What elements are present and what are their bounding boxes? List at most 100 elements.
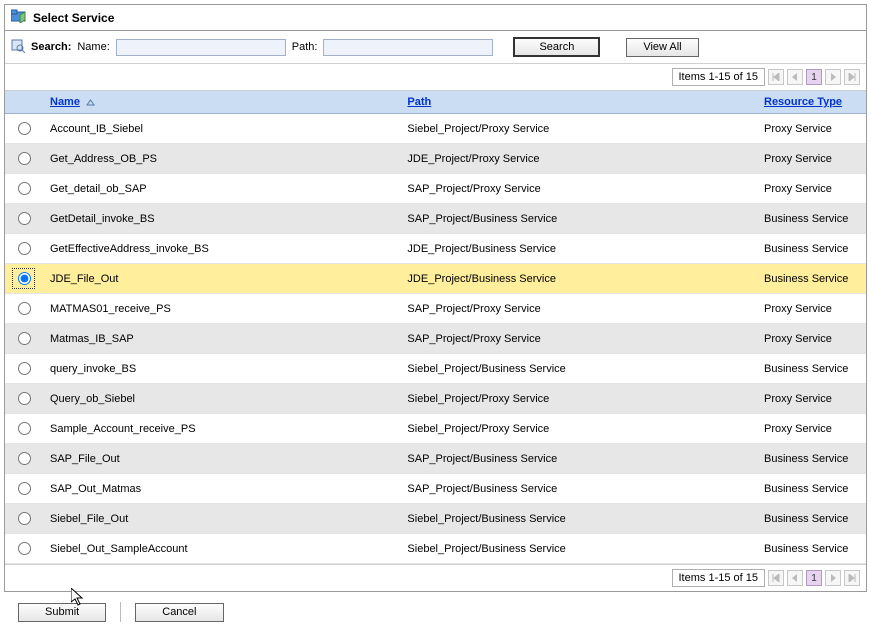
col-resource-type[interactable]: Resource Type: [756, 91, 866, 114]
radio-cell[interactable]: [5, 534, 42, 564]
row-name: SAP_File_Out: [42, 444, 399, 474]
search-button[interactable]: Search: [513, 37, 600, 57]
table-row[interactable]: Account_IB_SiebelSiebel_Project/Proxy Se…: [5, 114, 866, 144]
radio-cell[interactable]: [5, 264, 42, 294]
row-radio[interactable]: [18, 152, 31, 165]
col-type-link[interactable]: Resource Type: [764, 96, 842, 108]
row-type: Proxy Service: [756, 114, 866, 144]
row-type: Proxy Service: [756, 174, 866, 204]
row-path: SAP_Project/Proxy Service: [399, 324, 756, 354]
row-path: JDE_Project/Proxy Service: [399, 144, 756, 174]
pager-bottom: Items 1-15 of 15 1: [5, 564, 866, 591]
row-path: Siebel_Project/Business Service: [399, 354, 756, 384]
col-name[interactable]: Name: [42, 91, 399, 114]
row-type: Business Service: [756, 264, 866, 294]
row-radio[interactable]: [18, 392, 31, 405]
row-radio[interactable]: [18, 542, 31, 555]
row-radio[interactable]: [18, 272, 31, 285]
radio-cell[interactable]: [5, 384, 42, 414]
row-radio[interactable]: [18, 242, 31, 255]
table-row[interactable]: GetDetail_invoke_BSSAP_Project/Business …: [5, 204, 866, 234]
table-row[interactable]: SAP_Out_MatmasSAP_Project/Business Servi…: [5, 474, 866, 504]
prev-page-button-bottom[interactable]: [787, 570, 803, 586]
table-row[interactable]: Query_ob_SiebelSiebel_Project/Proxy Serv…: [5, 384, 866, 414]
row-radio[interactable]: [18, 212, 31, 225]
row-name: Sample_Account_receive_PS: [42, 414, 399, 444]
radio-cell[interactable]: [5, 234, 42, 264]
table-row[interactable]: MATMAS01_receive_PSSAP_Project/Proxy Ser…: [5, 294, 866, 324]
row-radio[interactable]: [18, 362, 31, 375]
radio-cell[interactable]: [5, 114, 42, 144]
path-input[interactable]: [323, 39, 493, 56]
name-input[interactable]: [116, 39, 286, 56]
row-type: Business Service: [756, 354, 866, 384]
table-row[interactable]: GetEffectiveAddress_invoke_BSJDE_Project…: [5, 234, 866, 264]
page-number[interactable]: 1: [806, 69, 822, 85]
last-page-button-bottom[interactable]: [844, 570, 860, 586]
first-page-button[interactable]: [768, 69, 784, 85]
row-name: JDE_File_Out: [42, 264, 399, 294]
table-row[interactable]: Matmas_IB_SAPSAP_Project/Proxy ServicePr…: [5, 324, 866, 354]
row-type: Business Service: [756, 534, 866, 564]
panel-title: Select Service: [33, 11, 114, 25]
row-type: Business Service: [756, 474, 866, 504]
table-row[interactable]: Sample_Account_receive_PSSiebel_Project/…: [5, 414, 866, 444]
radio-cell[interactable]: [5, 444, 42, 474]
row-radio[interactable]: [18, 482, 31, 495]
prev-page-button[interactable]: [787, 69, 803, 85]
radio-cell[interactable]: [5, 204, 42, 234]
table-row[interactable]: Siebel_File_OutSiebel_Project/Business S…: [5, 504, 866, 534]
action-row: Submit Cancel: [4, 592, 867, 632]
row-path: Siebel_Project/Business Service: [399, 504, 756, 534]
col-path-link[interactable]: Path: [407, 96, 431, 108]
row-path: JDE_Project/Business Service: [399, 264, 756, 294]
row-radio[interactable]: [18, 452, 31, 465]
radio-cell[interactable]: [5, 414, 42, 444]
row-name: Account_IB_Siebel: [42, 114, 399, 144]
table-row[interactable]: JDE_File_OutJDE_Project/Business Service…: [5, 264, 866, 294]
row-type: Proxy Service: [756, 414, 866, 444]
divider: [120, 602, 121, 622]
col-path[interactable]: Path: [399, 91, 756, 114]
table-row[interactable]: Get_Address_OB_PSJDE_Project/Proxy Servi…: [5, 144, 866, 174]
radio-cell[interactable]: [5, 324, 42, 354]
row-radio[interactable]: [18, 302, 31, 315]
radio-cell[interactable]: [5, 354, 42, 384]
radio-cell[interactable]: [5, 174, 42, 204]
table-row[interactable]: Get_detail_ob_SAPSAP_Project/Proxy Servi…: [5, 174, 866, 204]
cancel-button[interactable]: Cancel: [135, 603, 223, 622]
row-path: SAP_Project/Business Service: [399, 474, 756, 504]
row-radio[interactable]: [18, 422, 31, 435]
last-page-button[interactable]: [844, 69, 860, 85]
row-name: Siebel_Out_SampleAccount: [42, 534, 399, 564]
table-row[interactable]: query_invoke_BSSiebel_Project/Business S…: [5, 354, 866, 384]
service-table: Name Path Resource Type Account_IB_Siebe…: [5, 91, 866, 564]
row-path: Siebel_Project/Proxy Service: [399, 114, 756, 144]
next-page-button[interactable]: [825, 69, 841, 85]
radio-cell[interactable]: [5, 474, 42, 504]
row-name: Get_Address_OB_PS: [42, 144, 399, 174]
row-radio[interactable]: [18, 182, 31, 195]
table-row[interactable]: SAP_File_OutSAP_Project/Business Service…: [5, 444, 866, 474]
first-page-button-bottom[interactable]: [768, 570, 784, 586]
pager-info-top: Items 1-15 of 15: [672, 68, 766, 86]
row-radio[interactable]: [18, 332, 31, 345]
view-all-button[interactable]: View All: [626, 38, 698, 57]
row-name: Get_detail_ob_SAP: [42, 174, 399, 204]
radio-cell[interactable]: [5, 144, 42, 174]
radio-cell[interactable]: [5, 504, 42, 534]
row-path: SAP_Project/Proxy Service: [399, 294, 756, 324]
name-label: Name:: [77, 41, 109, 53]
row-name: Query_ob_Siebel: [42, 384, 399, 414]
next-page-button-bottom[interactable]: [825, 570, 841, 586]
col-name-link[interactable]: Name: [50, 96, 80, 108]
row-name: Matmas_IB_SAP: [42, 324, 399, 354]
select-service-panel: Select Service Search: Name: Path: Searc…: [4, 4, 867, 592]
row-radio[interactable]: [18, 512, 31, 525]
table-row[interactable]: Siebel_Out_SampleAccountSiebel_Project/B…: [5, 534, 866, 564]
row-radio[interactable]: [18, 122, 31, 135]
panel-title-row: Select Service: [5, 5, 866, 31]
submit-button[interactable]: Submit: [18, 603, 106, 622]
page-number-bottom[interactable]: 1: [806, 570, 822, 586]
radio-cell[interactable]: [5, 294, 42, 324]
